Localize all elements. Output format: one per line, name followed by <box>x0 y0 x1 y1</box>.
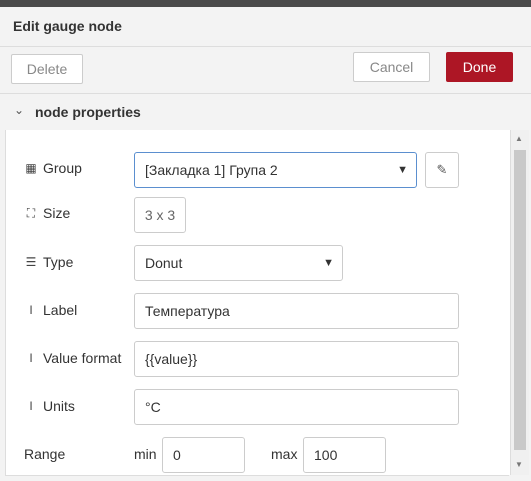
i-cursor-icon: I <box>29 303 33 317</box>
dialog-header: Edit gauge node <box>0 7 531 47</box>
dialog-title: Edit gauge node <box>13 18 122 34</box>
pencil-icon: ✎ <box>436 162 448 177</box>
group-select[interactable]: [Закладка 1] Група 2 ▼ <box>134 152 417 188</box>
i-cursor-icon: I <box>29 399 33 413</box>
size-label: Size <box>43 205 71 221</box>
value-format-row-label: I Value format <box>24 350 121 366</box>
group-label: Group <box>43 160 82 176</box>
type-row-label: ☰ Type <box>24 254 74 270</box>
panel-bottom-edge <box>5 475 509 481</box>
scrollbar-thumb[interactable] <box>514 150 526 450</box>
list-icon: ☰ <box>25 255 37 269</box>
label-input[interactable]: Температура <box>134 293 459 329</box>
units-input[interactable]: °C <box>134 389 459 425</box>
size-button[interactable]: 3 x 3 <box>134 197 186 233</box>
max-label: max <box>271 446 298 462</box>
type-select-value: Donut <box>145 255 183 271</box>
group-row-label: ▦ Group <box>24 160 82 176</box>
chevron-down-icon: ▼ <box>323 257 334 269</box>
scrollbar[interactable]: ▲ ▼ <box>510 130 529 475</box>
chevron-down-icon: ⌄ <box>14 103 25 117</box>
value-format-label: Value format <box>43 350 122 366</box>
max-input[interactable]: 100 <box>303 437 386 473</box>
value-format-input[interactable]: {{value}} <box>134 341 459 377</box>
scroll-up-icon[interactable]: ▲ <box>515 134 523 143</box>
size-row-label: ⛶ Size <box>24 205 70 221</box>
min-input[interactable]: 0 <box>162 437 245 473</box>
cancel-button[interactable]: Cancel <box>353 52 430 82</box>
edit-group-button[interactable]: ✎ <box>425 152 459 188</box>
size-icon: ⛶ <box>26 205 36 220</box>
i-cursor-icon: I <box>29 351 33 365</box>
type-label: Type <box>43 254 74 270</box>
units-label: Units <box>43 398 75 414</box>
dialog-toolbar: Delete Cancel Done <box>0 47 531 91</box>
chevron-down-icon: ▼ <box>397 164 408 176</box>
node-properties-header[interactable]: ⌄ node properties <box>0 93 531 130</box>
done-button[interactable]: Done <box>446 52 513 82</box>
label-label: Label <box>43 302 78 318</box>
delete-button[interactable]: Delete <box>11 54 83 84</box>
top-strip <box>0 0 531 7</box>
scroll-down-icon[interactable]: ▼ <box>515 460 523 469</box>
table-icon: ▦ <box>25 161 37 175</box>
min-label: min <box>134 446 157 462</box>
group-select-value: [Закладка 1] Група 2 <box>145 162 278 178</box>
section-title: node properties <box>35 104 141 120</box>
label-row-label: I Label <box>24 302 77 318</box>
units-row-label: I Units <box>24 398 75 414</box>
range-label: Range <box>24 446 66 462</box>
type-select[interactable]: Donut ▼ <box>134 245 343 281</box>
